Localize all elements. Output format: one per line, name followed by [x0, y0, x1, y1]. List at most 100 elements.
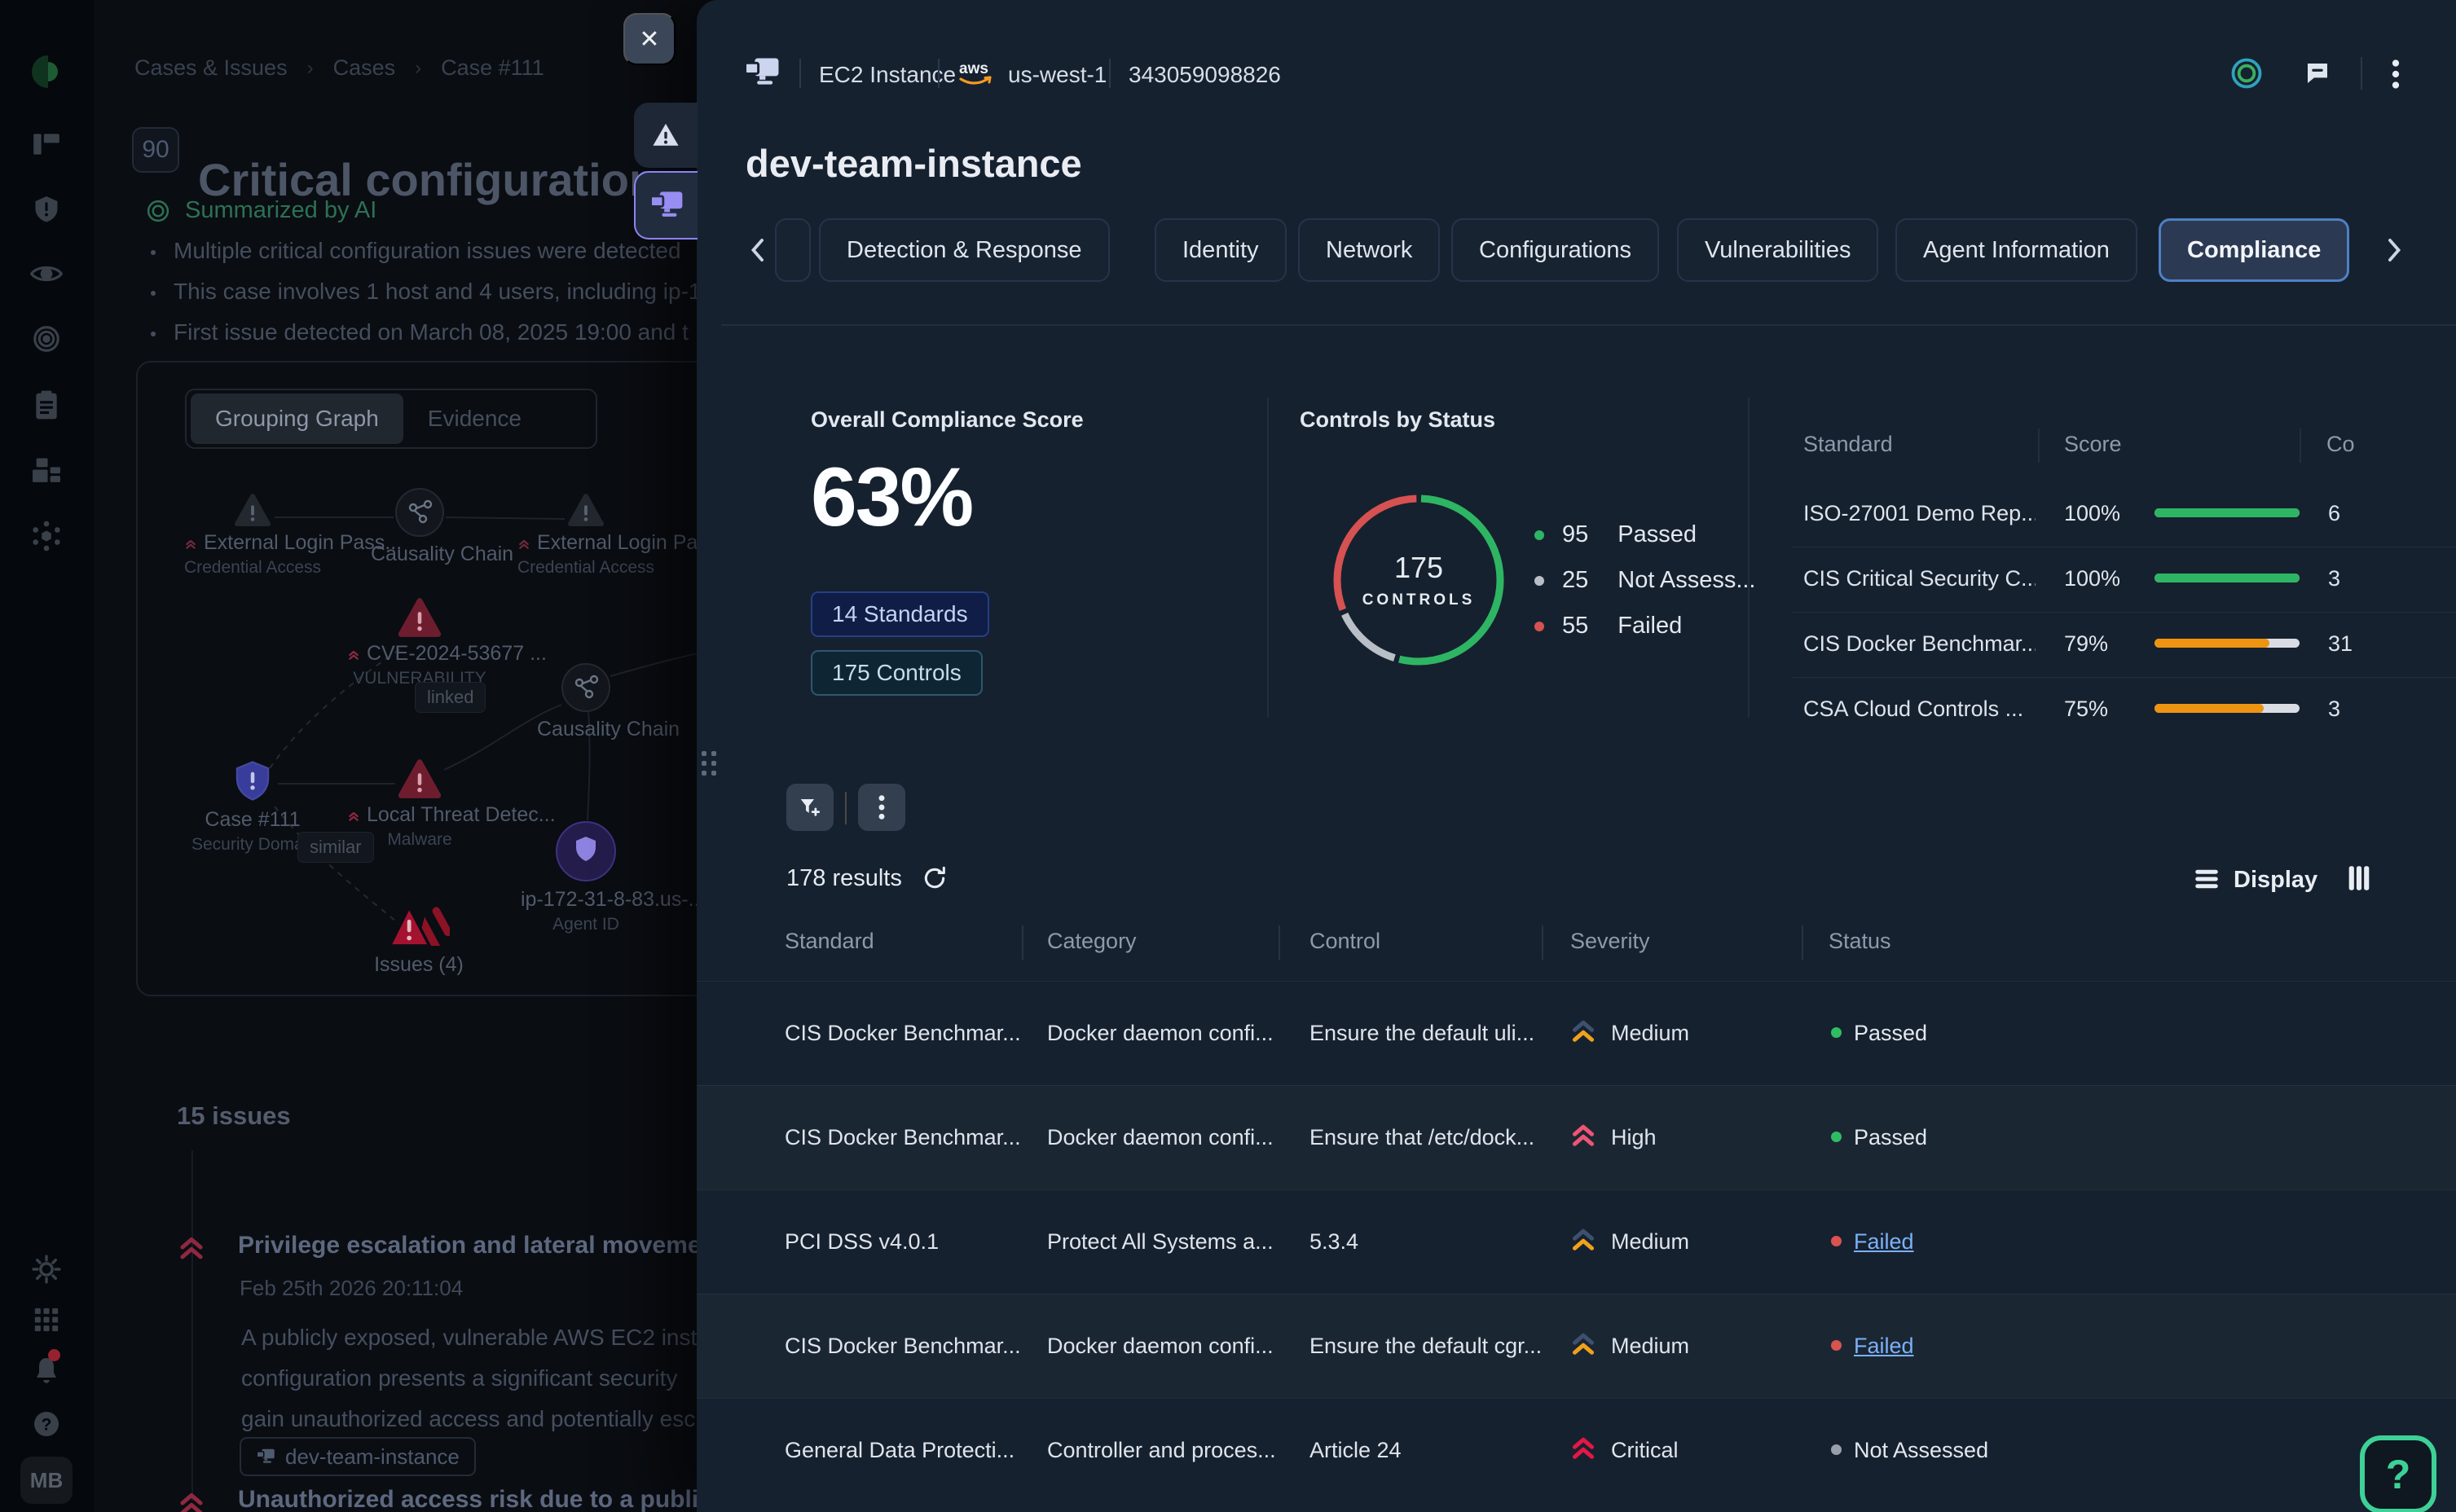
tab-configurations[interactable]: Configurations	[1451, 218, 1659, 282]
help-icon[interactable]: ?	[29, 1406, 64, 1442]
issue-timestamp: Feb 25th 2026 20:11:04	[240, 1276, 463, 1301]
sidebar-item-cluster-icon[interactable]	[29, 518, 64, 554]
panel-edge-tab-alerts[interactable]	[634, 103, 698, 168]
asset-type-label: EC2 Instance	[819, 62, 956, 88]
divider	[1267, 398, 1269, 717]
tabs-scroll-left[interactable]	[739, 230, 775, 270]
toggle-evidence[interactable]: Evidence	[403, 393, 546, 444]
divider	[1802, 925, 1803, 960]
standards-count-badge[interactable]: 14 Standards	[811, 591, 989, 637]
graph-node-causality-chain-1[interactable]: Causality Chain	[371, 486, 469, 566]
kebab-menu-icon	[877, 794, 887, 820]
controls-count-badge[interactable]: 175 Controls	[811, 650, 983, 696]
tab-vulnerabilities[interactable]: Vulnerabilities	[1677, 218, 1878, 282]
table-row[interactable]: CIS Docker Benchmar... Docker daemon con…	[697, 981, 2456, 1085]
panel-menu-button[interactable]	[2390, 59, 2401, 94]
sidebar-item-clipboard-icon[interactable]	[29, 387, 64, 423]
table-row[interactable]: CIS Docker Benchmar... Docker daemon con…	[697, 1085, 2456, 1189]
toggle-grouping-graph[interactable]: Grouping Graph	[191, 393, 403, 444]
asset-chip[interactable]: dev-team-instance	[240, 1437, 476, 1476]
ai-scan-button[interactable]	[2229, 55, 2265, 95]
grouping-graph-card: Grouping Graph Evidence External Login P…	[136, 361, 764, 996]
graph-node-cve[interactable]: CVE-2024-53677 ... VULNERABILITY	[346, 597, 493, 688]
graph-node-external-login-2[interactable]: External Login Pass... Credential Access	[517, 493, 655, 578]
display-label[interactable]: Display	[2234, 867, 2317, 894]
chevron-right-icon	[2386, 238, 2404, 262]
refresh-icon	[922, 865, 948, 891]
warning-triangle-icon	[567, 493, 605, 527]
graph-node-case-111[interactable]: Case #111 Security Domain	[191, 758, 314, 855]
issues-timeline	[191, 1150, 193, 1501]
graph-node-agent-ip[interactable]: ip-172-31-8-83.us-... Agent ID	[521, 819, 651, 934]
breadcrumb: Cases & Issues › Cases › Case #111	[134, 55, 544, 81]
filter-plus-icon	[798, 795, 822, 820]
aws-logo: aws	[956, 57, 997, 90]
standards-col-score: Score	[2064, 432, 2122, 457]
tab-network[interactable]: Network	[1298, 218, 1440, 282]
breadcrumb-cases-issues[interactable]: Cases & Issues	[134, 55, 288, 81]
sidebar-item-dashboard-icon[interactable]	[29, 126, 64, 162]
status-failed-link[interactable]: Failed	[1854, 1229, 1914, 1255]
status-failed-link[interactable]: Failed	[1854, 1334, 1914, 1359]
issue-title[interactable]: Privilege escalation and lateral movemen…	[238, 1232, 759, 1259]
breadcrumb-case-111[interactable]: Case #111	[441, 55, 544, 81]
critical-warning-triangle-icon	[397, 597, 442, 638]
severity-icon	[1569, 1329, 1598, 1362]
causality-chain-icon	[560, 662, 612, 714]
apps-grid-icon[interactable]	[29, 1302, 64, 1338]
severity-icon	[1569, 1224, 1598, 1258]
display-rows-icon	[2194, 868, 2219, 890]
divider	[2361, 57, 2362, 90]
instance-monitor-icon	[649, 191, 684, 220]
table-options-button[interactable]	[858, 784, 905, 831]
col-control[interactable]: Control	[1309, 929, 1380, 954]
tab-identity[interactable]: Identity	[1155, 218, 1287, 282]
brand-logo[interactable]	[29, 54, 64, 90]
ai-summary-icon	[146, 199, 170, 223]
close-panel-button[interactable]: ✕	[623, 13, 676, 65]
tabs-scroll-right[interactable]	[2377, 230, 2413, 270]
col-status[interactable]: Status	[1829, 929, 1891, 954]
sidebar-item-blocks-icon[interactable]	[29, 453, 64, 489]
issue-title[interactable]: Unauthorized access risk due to a public…	[238, 1486, 759, 1512]
critical-severity-icon	[175, 1232, 208, 1263]
asset-account-id: 343059098826	[1129, 62, 1281, 88]
panel-resize-handle[interactable]	[702, 751, 716, 776]
svg-text:aws: aws	[959, 60, 988, 77]
sidebar-item-target-icon[interactable]	[29, 321, 64, 357]
legend-dot	[1534, 576, 1544, 586]
issue-description: configuration presents a significant sec…	[241, 1365, 755, 1391]
tab-compliance[interactable]: Compliance	[2159, 218, 2349, 282]
panel-edge-tab-asset[interactable]	[634, 171, 698, 240]
divider	[2300, 429, 2301, 463]
sidebar-item-eye-icon[interactable]	[29, 256, 64, 292]
col-severity[interactable]: Severity	[1570, 929, 1650, 954]
issue-description: gain unauthorized access and potentially…	[241, 1406, 755, 1432]
columns-button[interactable]	[2348, 865, 2370, 895]
score-bar	[2155, 574, 2300, 582]
tab-detection-response[interactable]: Detection & Response	[819, 218, 1110, 282]
tab-agent-information[interactable]: Agent Information	[1895, 218, 2137, 282]
table-row[interactable]: PCI DSS v4.0.1 Protect All Systems a... …	[697, 1189, 2456, 1294]
col-category[interactable]: Category	[1047, 929, 1137, 954]
table-row[interactable]: General Data Protecti... Controller and …	[697, 1398, 2456, 1502]
breadcrumb-cases[interactable]: Cases	[333, 55, 396, 81]
refresh-button[interactable]	[922, 865, 948, 895]
detail-tabs: Detection & Response Identity Network Co…	[697, 218, 2456, 282]
graph-node-causality-chain-2[interactable]: Causality Chain	[537, 662, 635, 741]
graph-node-external-login-1[interactable]: External Login Pass... Credential Access	[183, 493, 322, 578]
score-bar	[2155, 704, 2300, 713]
filter-button[interactable]	[786, 784, 834, 831]
comments-button[interactable]	[2304, 60, 2331, 90]
table-row[interactable]: CIS Docker Benchmar... Docker daemon con…	[697, 1294, 2456, 1398]
tab-clipped[interactable]	[775, 218, 811, 282]
notifications-bell-icon[interactable]	[29, 1352, 64, 1388]
display-button[interactable]	[2194, 868, 2219, 894]
user-avatar[interactable]: MB	[20, 1457, 73, 1504]
warning-triangle-icon	[651, 121, 680, 149]
settings-gear-icon[interactable]	[29, 1251, 64, 1287]
legend-item-failed: 55 Failed	[1534, 613, 1682, 640]
sidebar-item-shield-alert-icon[interactable]	[29, 191, 64, 226]
col-standard[interactable]: Standard	[785, 929, 874, 954]
graph-node-issues-group[interactable]: Issues (4)	[366, 902, 472, 977]
